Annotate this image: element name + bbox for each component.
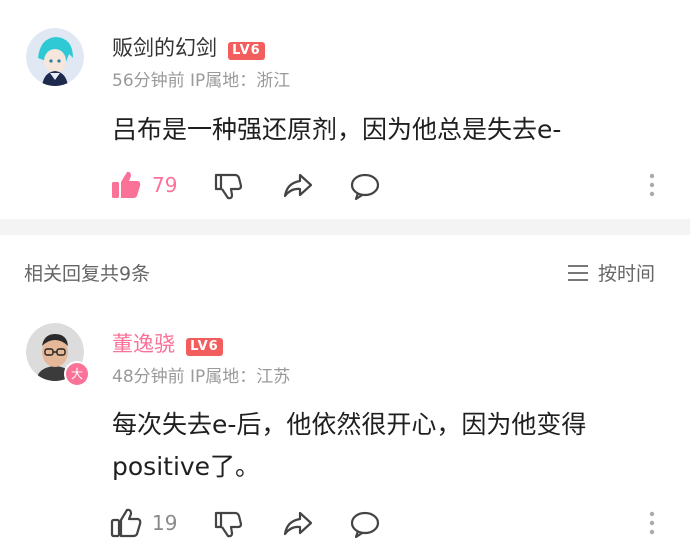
comment-text-line2: positive了。	[112, 452, 261, 481]
more-icon[interactable]	[647, 510, 657, 536]
sort-label: 按时间	[598, 263, 656, 285]
like-count: 19	[152, 511, 178, 535]
vip-badge: 大	[64, 361, 90, 387]
share-icon[interactable]	[282, 172, 314, 200]
like-count: 79	[152, 173, 178, 197]
thumb-up-icon	[110, 508, 142, 538]
thumb-down-icon[interactable]	[213, 509, 243, 539]
comment-text-line1: 每次失去e-后，他依然很开心，因为他变得	[112, 410, 587, 439]
avatar-image	[26, 28, 84, 86]
username[interactable]: 董逸骁	[112, 332, 175, 356]
username[interactable]: 贩剑的幻剑	[112, 36, 217, 60]
more-icon[interactable]	[647, 172, 657, 198]
comment-meta: 56分钟前 IP属地：浙江	[112, 71, 291, 91]
replies-count-title: 相关回复共9条	[24, 263, 151, 285]
like-button[interactable]: 19	[110, 508, 177, 538]
share-icon[interactable]	[282, 510, 314, 538]
comment-meta: 48分钟前 IP属地：江苏	[112, 367, 291, 387]
reply-bubble-icon[interactable]	[349, 172, 381, 202]
level-badge: LV6	[228, 41, 265, 60]
level-badge: LV6	[186, 337, 223, 356]
reply-bubble-icon[interactable]	[349, 510, 381, 540]
sort-by-time-button[interactable]: 按时间	[566, 259, 655, 286]
like-button[interactable]: 79	[110, 170, 177, 200]
avatar[interactable]	[26, 28, 84, 86]
thumb-down-icon[interactable]	[213, 171, 243, 201]
comment-text: 吕布是一种强还原剂，因为他总是失去e-	[112, 115, 562, 144]
sort-lines-icon	[568, 264, 588, 281]
section-divider	[0, 219, 690, 235]
thumb-up-icon	[112, 171, 141, 198]
